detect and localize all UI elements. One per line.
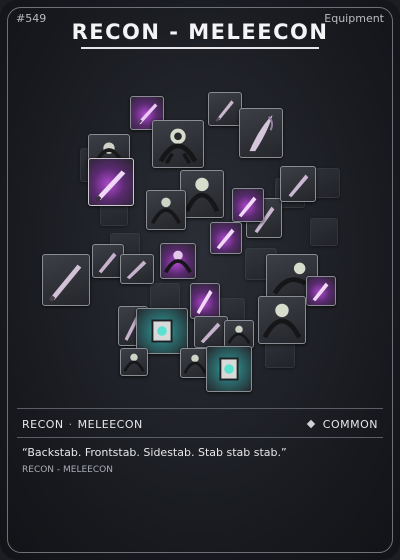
claw-icon <box>120 348 148 376</box>
card-artwork <box>10 58 390 398</box>
equipment-card: #549 Equipment RECON - MELEECON RECON · … <box>0 0 400 560</box>
background-tile <box>310 218 338 246</box>
section-divider <box>17 408 383 409</box>
item-name: MELEECON <box>77 418 143 431</box>
knife-icon <box>194 316 228 348</box>
knife-icon <box>120 254 154 284</box>
claw-icon <box>258 296 306 344</box>
section-divider <box>17 437 383 438</box>
title-underline <box>81 47 319 49</box>
item-name-line: RECON · MELEECON <box>22 418 143 431</box>
knife-icon <box>88 158 134 206</box>
claw-icon <box>180 170 224 218</box>
item-faction: RECON <box>22 418 64 431</box>
knife-icon <box>280 166 316 202</box>
diamond-icon <box>306 419 316 429</box>
claw-icon <box>146 190 186 230</box>
claw-icon <box>160 243 196 279</box>
knife-icon <box>232 188 264 222</box>
flavor-text: “Backstab. Frontstab. Sidestab. Stab sta… <box>22 446 287 459</box>
knife-icon <box>42 254 90 306</box>
knife-icon <box>190 283 220 319</box>
claw-icon <box>224 320 254 348</box>
claw-icon <box>152 120 204 168</box>
knife-icon <box>210 222 242 254</box>
knife-icon <box>306 276 336 306</box>
emitter-icon <box>206 346 252 392</box>
scythe-icon <box>239 108 283 158</box>
item-name-separator: · <box>68 418 73 431</box>
rarity-label: COMMON <box>306 418 378 431</box>
item-subline: RECON - MELEECON <box>22 465 113 475</box>
rarity-text: COMMON <box>322 418 378 431</box>
card-title: RECON - MELEECON <box>71 20 329 44</box>
knife-icon <box>208 92 242 126</box>
